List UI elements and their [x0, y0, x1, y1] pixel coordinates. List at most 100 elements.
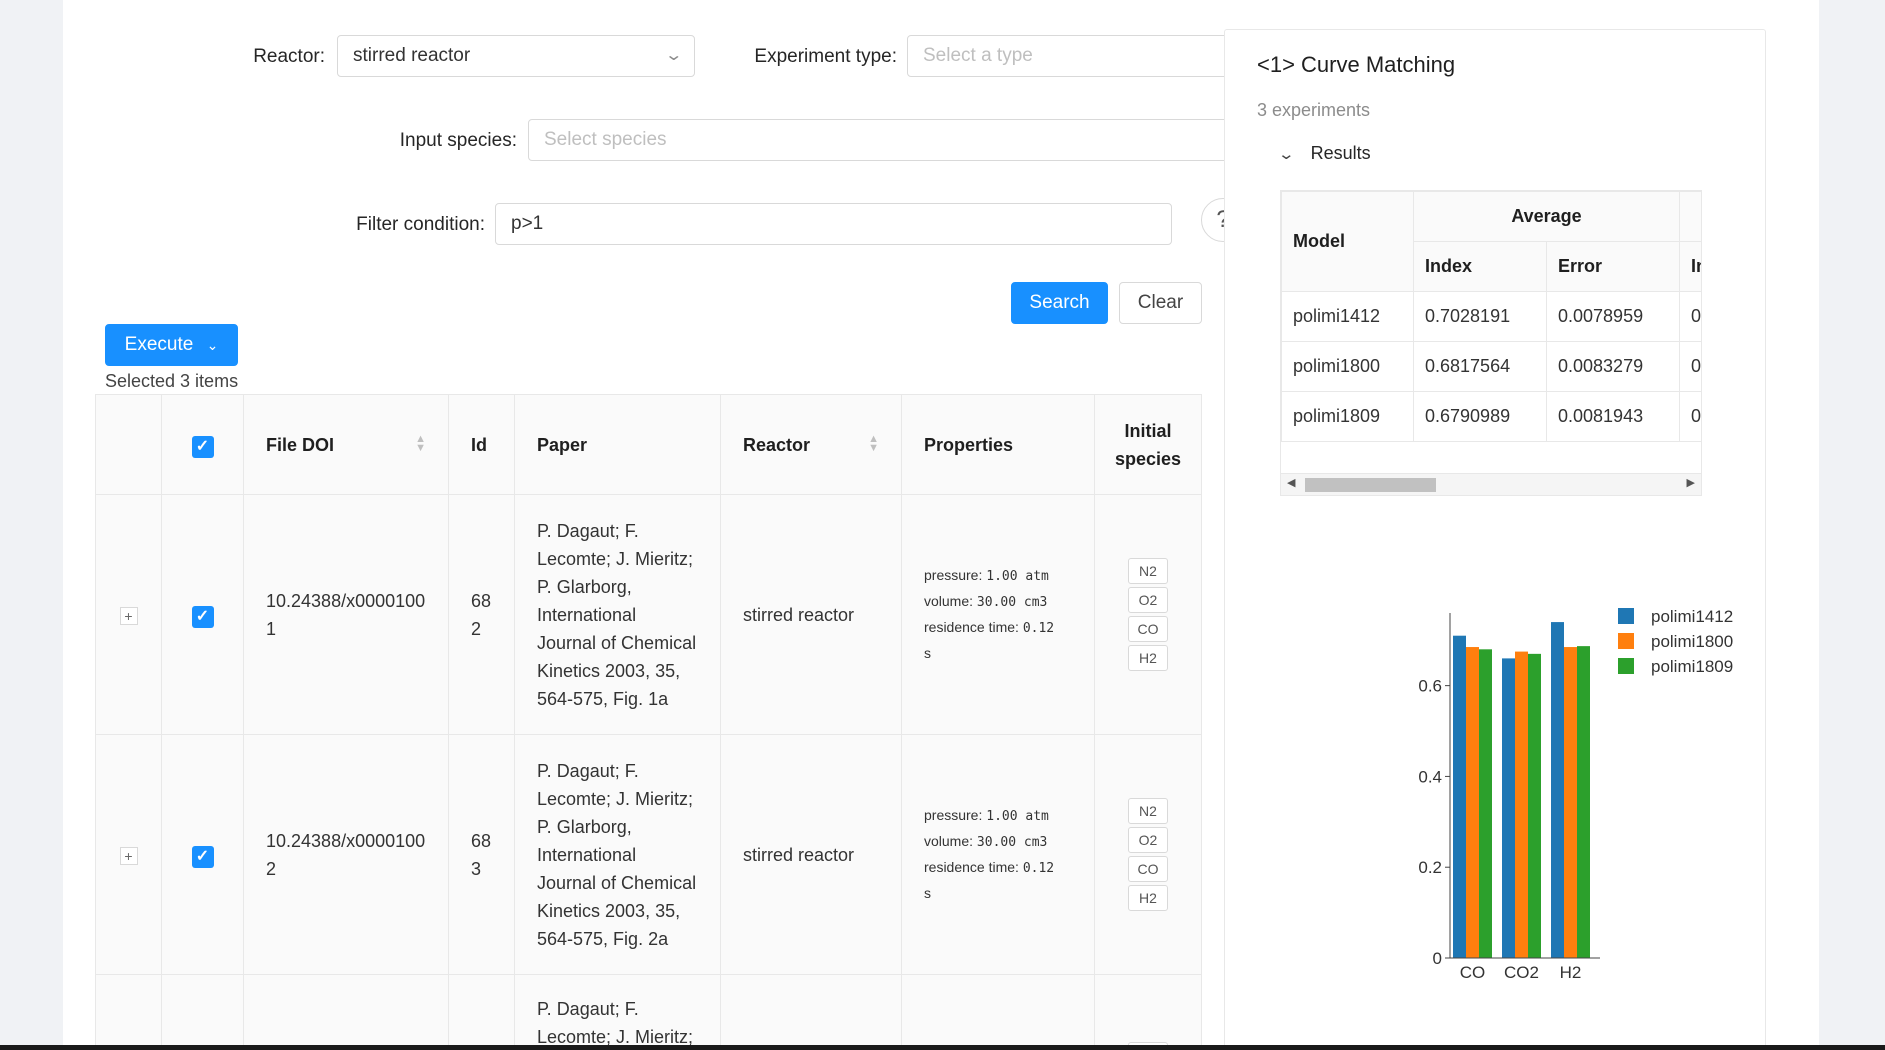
pressure-value: 1.00 atm	[986, 569, 1049, 584]
paper-line: Kinetics 2003, 35,	[537, 660, 681, 681]
model-cell: polimi1809	[1281, 391, 1414, 442]
scroll-right-icon[interactable]: ▶	[1687, 476, 1695, 489]
experiments-table: ✓ File DOI ▲ ▼ Id Paper Reactor ▲ ▼ Properti…	[95, 394, 1202, 1045]
model-header: Model	[1281, 191, 1414, 292]
initial-species-header-line1: Initial	[1124, 420, 1172, 441]
error-header: Error	[1546, 241, 1680, 292]
legend-label: polimi1412	[1651, 607, 1733, 626]
horizontal-scrollbar[interactable]: ◀ ▶	[1281, 473, 1701, 495]
bar	[1577, 646, 1590, 958]
index-cell: 0.6790989	[1413, 391, 1547, 442]
residence-time-label: residence time:	[924, 619, 1019, 635]
expand-icon[interactable]: +	[119, 846, 138, 865]
species-tag: N2	[1128, 558, 1168, 584]
species-tag: H2	[1128, 885, 1168, 911]
table-header-row: ✓ File DOI ▲ ▼ Id Paper Reactor ▲ ▼ Properti…	[95, 394, 1202, 495]
initial-species-cell: N2	[1094, 974, 1202, 1045]
properties-cell	[901, 974, 1095, 1045]
bar	[1515, 651, 1528, 958]
residence-time-label: residence time:	[924, 859, 1019, 875]
legend-label: polimi1800	[1651, 632, 1733, 651]
index-cell: 0.6817564	[1413, 341, 1547, 392]
model-cell: polimi1412	[1281, 291, 1414, 342]
paper-line: P. Dagaut; F.	[537, 760, 639, 781]
paper-cell: P. Dagaut; F. Lecomte; J. Mieritz; P. Gl…	[514, 734, 721, 975]
search-button[interactable]: Search	[1011, 282, 1108, 324]
legend-swatch	[1618, 658, 1634, 674]
reactor-select[interactable]: stirred reactor ⌄	[337, 35, 695, 77]
doi-line: 10.24388/x0000100	[266, 830, 426, 851]
id-header: Id	[448, 394, 515, 495]
y-tick-label: 0	[1433, 949, 1442, 968]
sort-icon[interactable]: ▲ ▼	[415, 433, 426, 453]
select-all-checkbox[interactable]: ✓	[161, 394, 244, 495]
id-cell: 68 3	[448, 734, 515, 975]
legend-label: polimi1809	[1651, 657, 1733, 676]
expand-icon[interactable]: +	[119, 606, 138, 625]
pressure-label: pressure:	[924, 567, 983, 583]
clipped-header-top	[1679, 191, 1701, 242]
selected-count: Selected 3 items	[105, 371, 239, 391]
x-tick-label: CO2	[1504, 963, 1539, 982]
filter-condition-label: Filter condition:	[356, 214, 485, 235]
species-tag: N2	[1128, 798, 1168, 824]
bar	[1564, 647, 1577, 958]
results-header-row: Model Average	[1281, 191, 1701, 292]
species-tag: CO	[1128, 856, 1168, 882]
index-header: Index	[1413, 241, 1547, 292]
error-cell: 0.0081943	[1546, 391, 1680, 442]
execute-label: Execute	[124, 334, 194, 355]
doi-line: 1	[266, 618, 277, 639]
sort-icon[interactable]: ▲ ▼	[868, 433, 879, 453]
x-tick-label: CO	[1460, 963, 1486, 982]
paper-line: Lecomte; J. Mieritz;	[537, 1027, 694, 1045]
residence-time-unit: s	[924, 885, 931, 901]
reactor-cell	[720, 974, 902, 1045]
paper-line: P. Glarborg,	[537, 576, 632, 597]
id-line: 3	[471, 858, 482, 879]
results-collapse-header[interactable]: ⌄ Results	[1277, 143, 1371, 164]
execute-button[interactable]: Execute ⌄	[105, 324, 238, 366]
paper-line: P. Glarborg,	[537, 816, 632, 837]
paper-line: 564-575, Fig. 1a	[537, 688, 669, 709]
scrollbar-thumb[interactable]	[1305, 478, 1436, 492]
curve-matching-bar-chart: 0 0.2 0.4 0.6 CO CO2 H2 polimi1412 polimi1800 pol…	[1418, 607, 1733, 982]
species-tag: CO	[1128, 616, 1168, 642]
paper-line: P. Dagaut; F.	[537, 999, 639, 1019]
properties-cell: pressure: 1.00 atm volume: 30.00 cm3 res…	[901, 494, 1095, 735]
paper-line: Journal of Chemical	[537, 632, 697, 653]
experiment-type-select[interactable]: Select a type ⌄	[907, 35, 1265, 77]
doi-line: 10.24388/x0000100	[266, 590, 426, 611]
row-expand-cell	[95, 974, 162, 1045]
model-cell: polimi1800	[1281, 341, 1414, 392]
chevron-down-icon: ⌄	[206, 337, 219, 353]
id-line: 2	[471, 618, 482, 639]
chevron-down-icon: ⌄	[1277, 146, 1296, 163]
x-tick-label: H2	[1560, 963, 1582, 982]
doi-line: 2	[266, 858, 277, 879]
clear-button[interactable]: Clear	[1119, 282, 1202, 324]
initial-species-header: Initial species	[1094, 394, 1202, 495]
panel-title: <1> Curve Matching	[1257, 52, 1456, 77]
file-doi-header[interactable]: File DOI ▲ ▼	[243, 394, 449, 495]
volume-value: 30.00 cm3	[976, 595, 1048, 610]
row-checkbox[interactable]: ✓	[161, 494, 244, 735]
input-species-label: Input species:	[399, 130, 517, 151]
residence-time-property: residence time: 0.12	[924, 855, 1072, 881]
scroll-left-icon[interactable]: ◀	[1287, 476, 1295, 489]
results-label: Results	[1310, 143, 1371, 163]
volume-label: volume:	[924, 593, 974, 609]
check-icon: ✓	[191, 845, 214, 868]
input-species-select[interactable]: Select species	[528, 119, 1265, 161]
paper-line: Journal of Chemical	[537, 872, 697, 893]
row-expand-cell: +	[95, 494, 162, 735]
pressure-value: 1.00 atm	[986, 809, 1049, 824]
row-checkbox[interactable]: ✓	[161, 734, 244, 975]
reactor-header[interactable]: Reactor ▲ ▼	[720, 394, 902, 495]
results-table: Model Average Index Error In polimi1412 …	[1281, 191, 1701, 442]
pressure-label: pressure:	[924, 807, 983, 823]
filter-condition-input[interactable]: p>1	[495, 203, 1172, 245]
expand-column-header	[95, 394, 162, 495]
properties-header: Properties	[901, 394, 1095, 495]
paper-header: Paper	[514, 394, 721, 495]
